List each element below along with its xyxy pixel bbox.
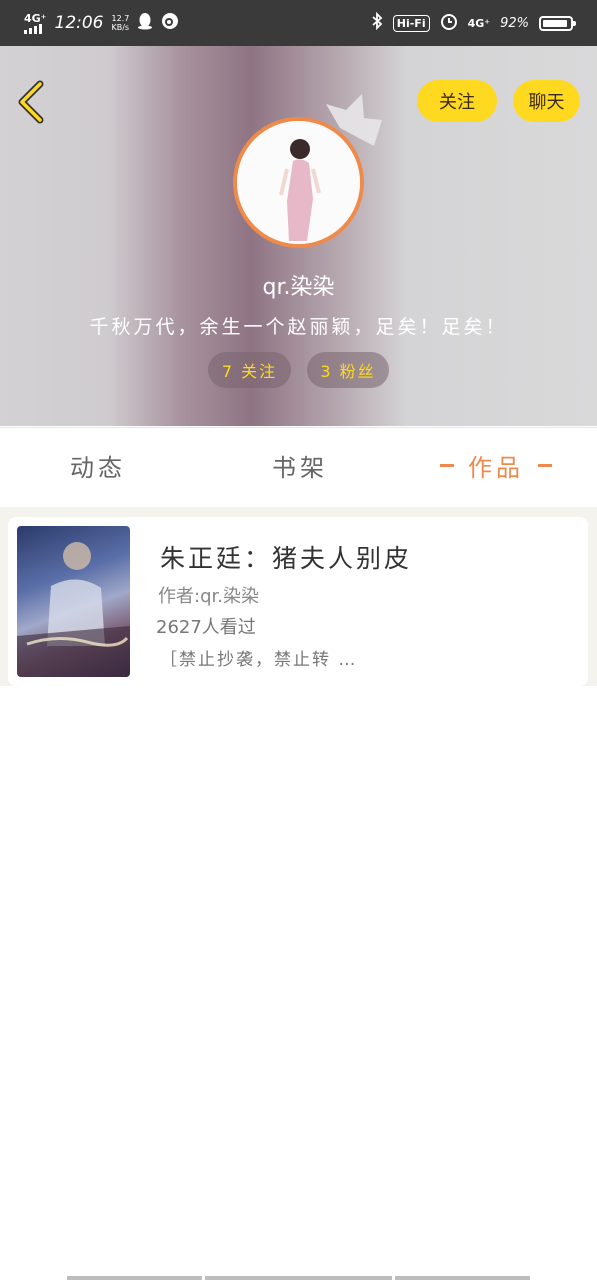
tab-dongtai[interactable]: 动态 — [70, 448, 126, 483]
battery-percent: 92% — [500, 15, 529, 31]
bottom-bar-segment — [205, 1276, 392, 1280]
signal-icon: 4G⁺ — [24, 13, 47, 34]
chat-button[interactable]: 聊天 — [513, 80, 580, 122]
book-views: 2627人看过 — [156, 617, 256, 638]
bottom-bar-segment — [67, 1276, 202, 1280]
alarm-icon — [440, 12, 458, 34]
weibo-icon — [161, 12, 179, 34]
follow-button[interactable]: 关注 — [417, 80, 497, 122]
clock: 12:06 — [54, 13, 104, 33]
profile-tabs: 动态 书架 作品 — [0, 427, 597, 508]
qq-icon — [137, 12, 153, 34]
book-author: 作者:qr.染染 — [158, 586, 259, 607]
signature: 千秋万代，余生一个赵丽颖，足矣！足矣！ — [89, 316, 508, 338]
tab-zuopin-label: 作品 — [468, 454, 524, 482]
book-cover[interactable] — [17, 526, 130, 677]
speed-value: 12.7 — [111, 14, 130, 23]
hifi-badge: Hi-Fi — [392, 14, 430, 32]
profile-header: 关注 聊天 qr.染染 千秋万代，余生一个赵丽颖，足矣！足矣！ 7 关注 3 粉… — [0, 46, 597, 426]
fans-count[interactable]: 3 粉丝 — [307, 352, 389, 388]
tab-zuopin[interactable]: 作品 — [440, 448, 552, 483]
tab-indicator-left — [440, 464, 454, 467]
status-bar: 4G⁺ 12:06 12.7 KB/s Hi-Fi 4G⁺ 92% — [0, 0, 597, 46]
book-intro: ［禁止抄袭，禁止转 … — [160, 650, 358, 670]
speed-unit: KB/s — [111, 23, 130, 32]
bottom-bar-segment — [395, 1276, 530, 1280]
avatar-photo — [237, 121, 360, 244]
username: qr.染染 — [262, 275, 335, 300]
book-title[interactable]: 朱正廷：猪夫人别皮 — [160, 539, 412, 575]
tab-indicator-right — [538, 464, 552, 467]
work-card[interactable]: 朱正廷：猪夫人别皮 作者:qr.染染 2627人看过 ［禁止抄袭，禁止转 … — [8, 517, 588, 686]
cover-art — [17, 542, 130, 677]
network-speed: 12.7 KB/s — [112, 14, 130, 32]
network-type-right: 4G⁺ — [467, 16, 491, 30]
battery-icon — [539, 15, 576, 31]
mobile-data-icon: 4G⁺ — [468, 18, 491, 29]
back-button[interactable] — [14, 80, 48, 124]
chevron-left-icon — [18, 80, 44, 124]
network-type: 4G⁺ — [24, 11, 47, 25]
bluetooth-icon — [371, 11, 383, 34]
avatar[interactable] — [233, 117, 364, 248]
tab-shujia[interactable]: 书架 — [272, 448, 328, 483]
following-count[interactable]: 7 关注 — [208, 352, 291, 388]
